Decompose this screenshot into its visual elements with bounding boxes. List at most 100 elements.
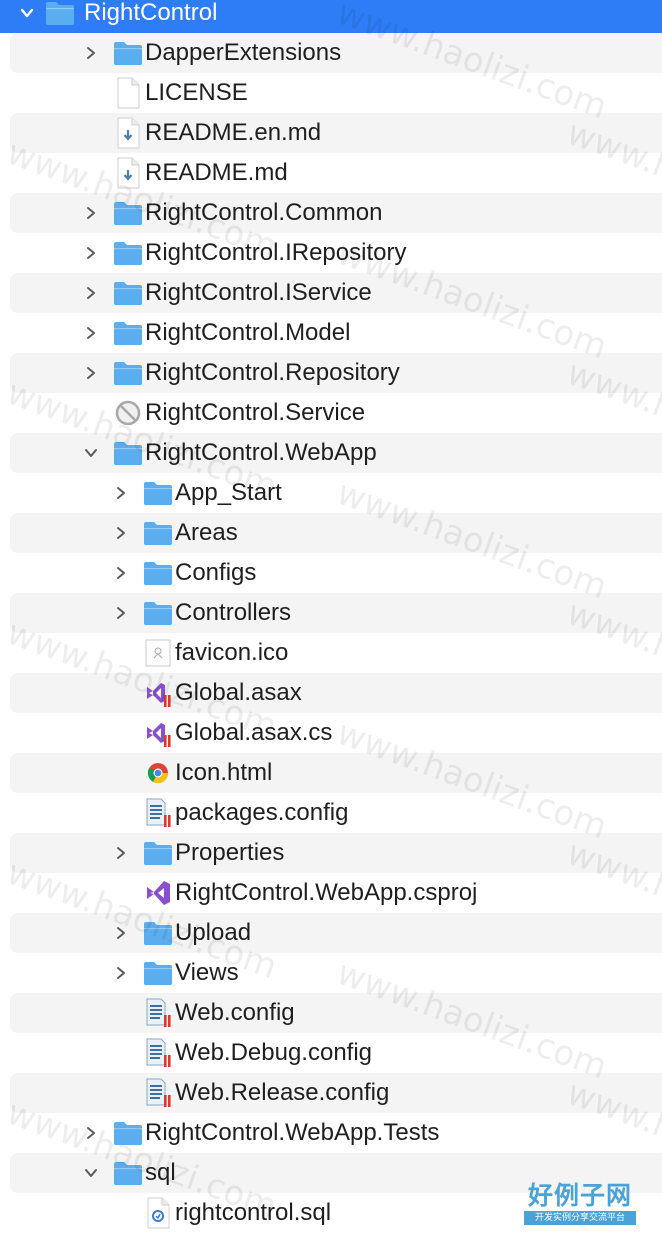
visual-studio-project-icon bbox=[142, 877, 174, 909]
tree-item-label: RightControl.WebApp.csproj bbox=[175, 879, 478, 906]
tree-item-label: Properties bbox=[175, 839, 285, 866]
folder-icon bbox=[112, 317, 144, 349]
brand-logo: 好例子网 开发实例分享交流平台 bbox=[524, 1182, 636, 1228]
tree-file-row[interactable]: Icon.html bbox=[10, 753, 662, 793]
tree-item-label: Global.asax.cs bbox=[175, 719, 333, 746]
tree-file-row[interactable]: RightControl.Service bbox=[10, 393, 662, 433]
folder-icon bbox=[44, 0, 76, 29]
chevron-right-icon[interactable] bbox=[112, 523, 130, 543]
config-file-icon bbox=[142, 997, 174, 1029]
tree-item-label: sql bbox=[145, 1159, 176, 1186]
visual-studio-icon bbox=[142, 677, 174, 709]
tree-folder-row[interactable]: DapperExtensions bbox=[10, 33, 662, 73]
tree-item-label: Views bbox=[175, 959, 239, 986]
tree-item-label: LICENSE bbox=[145, 79, 248, 106]
prohibited-icon bbox=[112, 397, 144, 429]
folder-icon bbox=[142, 957, 174, 989]
tree-file-row[interactable]: README.md bbox=[10, 153, 662, 193]
tree-item-label: RightControl.Common bbox=[145, 199, 383, 226]
tree-item-label: RightControl.WebApp bbox=[145, 439, 377, 466]
chevron-right-icon[interactable] bbox=[82, 243, 100, 263]
tree-folder-row[interactable]: Upload bbox=[10, 913, 662, 953]
folder-icon bbox=[112, 437, 144, 469]
tree-folder-row[interactable]: Properties bbox=[10, 833, 662, 873]
tree-item-label: Areas bbox=[175, 519, 238, 546]
tree-file-row[interactable]: Web.Release.config bbox=[10, 1073, 662, 1113]
tree-file-row[interactable]: favicon.ico bbox=[10, 633, 662, 673]
chevron-right-icon[interactable] bbox=[112, 963, 130, 983]
tree-file-row[interactable]: Global.asax.cs bbox=[10, 713, 662, 753]
tree-item-label: RightControl.Model bbox=[145, 319, 351, 346]
config-file-icon bbox=[142, 1037, 174, 1069]
visual-studio-icon bbox=[142, 717, 174, 749]
tree-item-label: Configs bbox=[175, 559, 257, 586]
markdown-file-icon bbox=[112, 117, 144, 149]
tree-file-row[interactable]: Web.config bbox=[10, 993, 662, 1033]
tree-item-label: RightControl.IService bbox=[145, 279, 372, 306]
chevron-right-icon[interactable] bbox=[112, 603, 130, 623]
tree-file-row[interactable]: Global.asax bbox=[10, 673, 662, 713]
tree-item-label: Upload bbox=[175, 919, 252, 946]
folder-icon bbox=[142, 557, 174, 589]
chevron-right-icon[interactable] bbox=[82, 323, 100, 343]
chevron-down-icon[interactable] bbox=[18, 3, 36, 23]
chevron-down-icon[interactable] bbox=[82, 443, 100, 463]
tree-item-label: DapperExtensions bbox=[145, 39, 342, 66]
tree-folder-row[interactable]: RightControl bbox=[0, 0, 662, 33]
chevron-right-icon[interactable] bbox=[82, 203, 100, 223]
tree-file-row[interactable]: Web.Debug.config bbox=[10, 1033, 662, 1073]
chevron-right-icon[interactable] bbox=[112, 923, 130, 943]
tree-file-row[interactable]: LICENSE bbox=[10, 73, 662, 113]
tree-item-label: README.md bbox=[145, 159, 288, 186]
brand-subtitle: 开发实例分享交流平台 bbox=[524, 1211, 636, 1225]
chevron-right-icon[interactable] bbox=[82, 363, 100, 383]
chevron-right-icon[interactable] bbox=[82, 43, 100, 63]
tree-folder-row[interactable]: RightControl.WebApp bbox=[10, 433, 662, 473]
folder-icon bbox=[112, 237, 144, 269]
chevron-right-icon[interactable] bbox=[112, 563, 130, 583]
tree-item-label: Web.Debug.config bbox=[175, 1039, 373, 1066]
tree-item-label: README.en.md bbox=[145, 119, 322, 146]
document-icon bbox=[112, 77, 144, 109]
tree-item-label: Web.config bbox=[175, 999, 295, 1026]
brand-title: 好例子网 bbox=[527, 1181, 632, 1210]
folder-icon bbox=[142, 837, 174, 869]
folder-icon bbox=[112, 197, 144, 229]
tree-item-label: RightControl bbox=[84, 0, 218, 26]
tree-item-label: packages.config bbox=[175, 799, 349, 826]
folder-icon bbox=[112, 277, 144, 309]
tree-folder-row[interactable]: RightControl.IService bbox=[10, 273, 662, 313]
chevron-down-icon[interactable] bbox=[82, 1163, 100, 1183]
tree-folder-row[interactable]: RightControl.Repository bbox=[10, 353, 662, 393]
tree-file-row[interactable]: RightControl.WebApp.csproj bbox=[10, 873, 662, 913]
tree-folder-row[interactable]: Controllers bbox=[10, 593, 662, 633]
tree-folder-row[interactable]: RightControl.Common bbox=[10, 193, 662, 233]
folder-icon bbox=[112, 37, 144, 69]
folder-icon bbox=[142, 477, 174, 509]
chevron-right-icon[interactable] bbox=[82, 283, 100, 303]
folder-icon bbox=[112, 1117, 144, 1149]
tree-folder-row[interactable]: App_Start bbox=[10, 473, 662, 513]
tree-folder-row[interactable]: Views bbox=[10, 953, 662, 993]
tree-item-label: Controllers bbox=[175, 599, 292, 626]
tree-folder-row[interactable]: Configs bbox=[10, 553, 662, 593]
tree-item-label: favicon.ico bbox=[175, 639, 289, 666]
chevron-right-icon[interactable] bbox=[112, 843, 130, 863]
tree-item-label: Icon.html bbox=[175, 759, 273, 786]
tree-item-label: RightControl.Service bbox=[145, 399, 366, 426]
image-file-icon bbox=[142, 637, 174, 669]
chevron-right-icon[interactable] bbox=[112, 483, 130, 503]
folder-icon bbox=[142, 917, 174, 949]
tree-folder-row[interactable]: RightControl.IRepository bbox=[10, 233, 662, 273]
chrome-icon bbox=[142, 757, 174, 789]
tree-folder-row[interactable]: Areas bbox=[10, 513, 662, 553]
sql-file-icon bbox=[142, 1197, 174, 1229]
tree-item-label: rightcontrol.sql bbox=[175, 1199, 332, 1226]
tree-file-row[interactable]: packages.config bbox=[10, 793, 662, 833]
tree-folder-row[interactable]: RightControl.Model bbox=[10, 313, 662, 353]
tree-item-label: RightControl.IRepository bbox=[145, 239, 407, 266]
tree-folder-row[interactable]: RightControl.WebApp.Tests bbox=[10, 1113, 662, 1153]
tree-item-label: Global.asax bbox=[175, 679, 302, 706]
tree-file-row[interactable]: README.en.md bbox=[10, 113, 662, 153]
chevron-right-icon[interactable] bbox=[82, 1123, 100, 1143]
